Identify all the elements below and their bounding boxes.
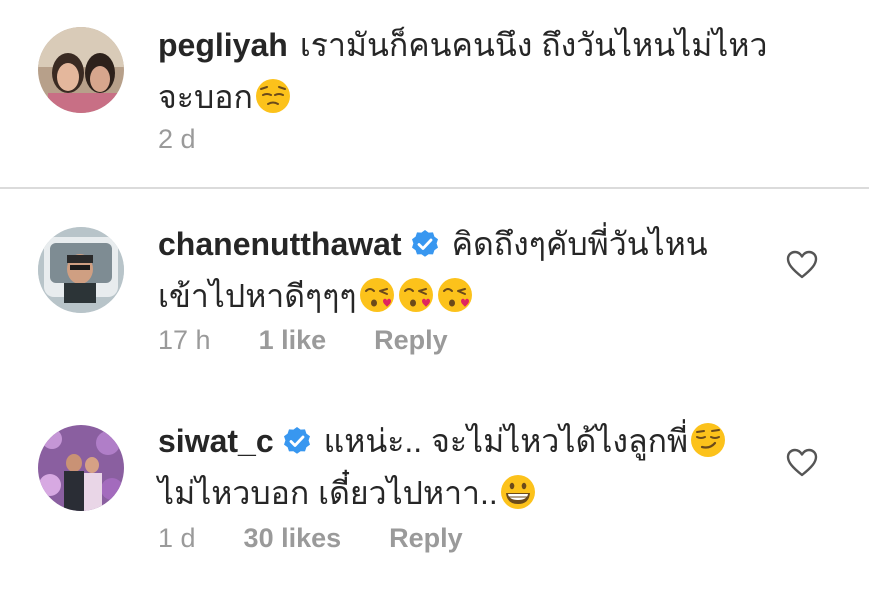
reply-button[interactable]: Reply [374,325,448,355]
likes-count-link[interactable]: 30 likes [244,523,342,553]
verified-badge-icon [410,222,440,257]
comment-body-line2: ไม่ไหวบอก เดี๋ยวไปหาา.. [158,475,498,511]
comment-username[interactable]: pegliyah [158,27,288,63]
face-blowing-kiss-icon [358,276,396,314]
reply-button[interactable]: Reply [389,523,463,553]
divider [0,187,869,189]
comment-text: pegliyah เรามันก็คนคนนึง ถึงวันไหนไม่ไหว … [158,19,768,123]
heart-outline-icon[interactable] [786,448,818,478]
face-blowing-kiss-icon [436,276,474,314]
comment-meta: 1 d 30 likes Reply [158,523,511,554]
comment-body-line1: แหน่ะ.. จะไม่ไหวได้ไงลูกพี่ [323,423,689,459]
comment-text: siwat_c แหน่ะ.. จะไม่ไหวได้ไงลูกพี่ ไม่ไห… [158,415,768,519]
comment-body-line1: เรามันก็คนคนนึง ถึงวันไหนไม่ไหว [299,27,768,63]
comment-time: 1 d [158,523,196,553]
comment-body-line2: จะบอก [158,79,253,115]
avatar[interactable] [38,227,124,313]
avatar[interactable] [38,27,124,113]
pensive-face-icon [254,77,292,115]
grinning-face-icon [499,473,537,511]
comment-username[interactable]: siwat_c [158,423,274,459]
face-blowing-kiss-icon [397,276,435,314]
avatar[interactable] [38,425,124,511]
comment-text: chanenutthawat คิดถึงๆคับพี่วันไหน เข้าไป… [158,218,768,322]
comment-meta: 2 d [158,124,244,155]
comment-meta: 17 h 1 like Reply [158,325,496,356]
verified-badge-icon [282,419,312,454]
comment-time: 2 d [158,124,196,154]
heart-outline-icon[interactable] [786,250,818,280]
comment-time: 17 h [158,325,211,355]
comment-body-line2: เข้าไปหาดีๆๆๆ [158,278,357,314]
comment-username[interactable]: chanenutthawat [158,226,402,262]
comment-body-line1: คิดถึงๆคับพี่วันไหน [451,226,708,262]
comments-list: pegliyah เรามันก็คนคนนึง ถึงวันไหนไม่ไหว … [0,0,869,595]
smirking-face-icon [689,421,727,459]
likes-count-link[interactable]: 1 like [259,325,327,355]
